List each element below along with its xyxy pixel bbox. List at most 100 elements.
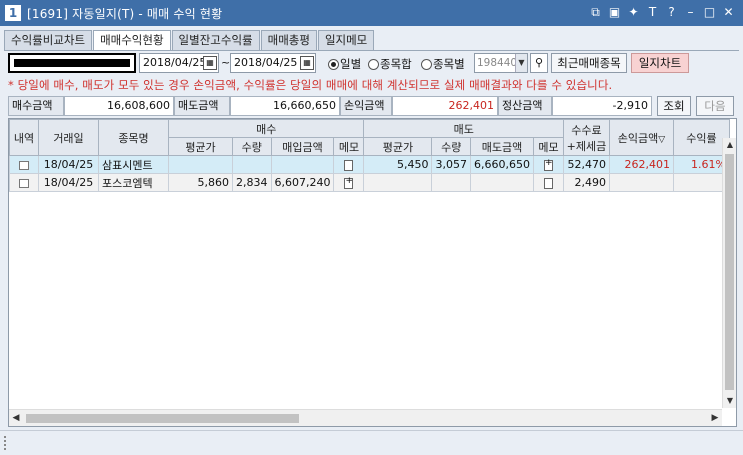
close-icon[interactable]: ✕	[720, 3, 737, 21]
stock-code-value: 198440	[477, 57, 518, 69]
radio-stock-sum-label: 종목합	[380, 57, 412, 71]
sell-avg-cell	[363, 173, 433, 192]
memo-icon[interactable]	[543, 177, 553, 189]
calendar-icon[interactable]: ▦	[300, 56, 314, 70]
vertical-scrollbar[interactable]: ▲ ▼	[722, 138, 736, 408]
memo-add-icon[interactable]	[344, 176, 354, 189]
buy-memo-cell[interactable]	[333, 155, 365, 174]
detail-icon[interactable]	[19, 178, 29, 188]
sell-avg-cell: 5,450	[363, 155, 433, 174]
radio-stock-sum[interactable]: 종목합	[368, 56, 412, 72]
pin-icon[interactable]: ✦	[625, 3, 642, 21]
table-row[interactable]: 18/04/25 포스코엠텍 5,860 2,834 6,607,240 2,4…	[9, 173, 730, 192]
date-range-tilde: ~	[221, 56, 231, 69]
sell-memo-cell[interactable]	[532, 155, 564, 174]
account-select[interactable]	[8, 53, 136, 73]
col-trade-date[interactable]: 거래일	[38, 119, 99, 156]
minimize-icon[interactable]: –	[682, 3, 699, 21]
detail-cell[interactable]	[9, 155, 39, 174]
col-pnl[interactable]: 손익금액▽	[608, 119, 674, 156]
query-toolbar: 2018/04/25 ▦ ~ 2018/04/25 ▦ 일별 종목합 종목별 1…	[6, 53, 737, 73]
col-buy-amount[interactable]: 매입금액	[270, 137, 335, 156]
sell-qty-cell: 3,057	[431, 155, 471, 174]
trade-date-cell: 18/04/25	[38, 173, 99, 192]
window-controls: ⧉ ▣ ✦ T ? – □ ✕	[587, 3, 737, 21]
next-button[interactable]: 다음	[696, 96, 734, 116]
font-size-icon[interactable]: T	[644, 3, 661, 21]
title-bar: 1 [1691] 자동일지(T) - 매매 수익 현황 ⧉ ▣ ✦ T ? – …	[0, 0, 743, 26]
tab-daily-balance-return[interactable]: 일별잔고수익률	[171, 30, 260, 50]
radio-daily-label: 일별	[340, 57, 362, 71]
calendar-icon[interactable]: ▦	[203, 56, 217, 70]
window-title: [1691] 자동일지(T) - 매매 수익 현황	[27, 6, 223, 21]
app-icon: 1	[5, 5, 21, 21]
sell-amount-cell: 6,660,650	[469, 155, 534, 174]
sort-icon[interactable]: ▽	[658, 135, 665, 145]
pnl-cell	[608, 173, 674, 192]
tab-bar: 수익률비교차트 매매수익현황 일별잔고수익률 매매총평 일지메모	[4, 30, 375, 51]
recent-trade-stocks-button[interactable]: 최근매매종목	[551, 53, 627, 73]
buy-avg-cell	[168, 155, 233, 174]
restore-pair-icon[interactable]: ⧉	[587, 3, 604, 21]
col-buy-memo[interactable]: 메모	[333, 137, 365, 156]
radio-by-stock-label: 종목별	[433, 57, 465, 71]
tab-trade-profit-status[interactable]: 매매수익현황	[93, 30, 171, 51]
chevron-down-icon[interactable]: ▼	[515, 54, 527, 72]
detail-cell[interactable]	[9, 173, 39, 192]
status-bar	[0, 430, 743, 455]
table-row[interactable]: 18/04/25 삼표시멘트 5,450 3,057 6,660,650 52,…	[9, 155, 730, 174]
summary-bar: 매수금액 16,608,600 매도금액 16,660,650 손익금액 262…	[6, 96, 737, 116]
col-sell-avg[interactable]: 평균가	[363, 137, 433, 156]
pnl-cell: 262,401	[608, 155, 674, 174]
col-fee-label: 수수료	[571, 123, 602, 137]
help-icon[interactable]: ?	[663, 3, 680, 21]
buy-amount-label: 매수금액	[8, 96, 64, 116]
date-to-field[interactable]: 2018/04/25 ▦	[230, 53, 316, 73]
tab-journal-memo[interactable]: 일지메모	[317, 30, 375, 50]
horizontal-scroll-thumb[interactable]	[26, 414, 299, 423]
fee-cell: 52,470	[562, 155, 610, 174]
col-stock-name[interactable]: 종목명	[98, 119, 169, 156]
memo-add-icon[interactable]	[543, 158, 553, 171]
sell-memo-cell[interactable]	[532, 173, 564, 192]
col-pnl-label: 손익금액	[617, 131, 659, 145]
detail-icon[interactable]	[19, 160, 29, 170]
date-from-field[interactable]: 2018/04/25 ▦	[139, 53, 219, 73]
radio-by-stock[interactable]: 종목별	[421, 56, 465, 72]
tab-return-compare-chart[interactable]: 수익률비교차트	[4, 30, 93, 50]
col-detail[interactable]: 내역	[9, 119, 39, 156]
col-sell-memo[interactable]: 메모	[532, 137, 564, 156]
radio-daily[interactable]: 일별	[328, 56, 361, 72]
col-sell-amount[interactable]: 매도금액	[469, 137, 534, 156]
buy-qty-cell	[232, 155, 272, 174]
col-sell-qty[interactable]: 수량	[431, 137, 471, 156]
buy-qty-cell: 2,834	[232, 173, 272, 192]
sell-amount-label: 매도금액	[174, 96, 230, 116]
buy-amount-value: 16,608,600	[64, 96, 174, 116]
query-button[interactable]: 조회	[657, 96, 691, 116]
journal-chart-button[interactable]: 일지차트	[631, 53, 689, 73]
settle-label: 정산금액	[498, 96, 552, 116]
account-redaction	[14, 59, 130, 67]
tile-icon[interactable]: ▣	[606, 3, 623, 21]
horizontal-scrollbar[interactable]: ◀ ▶	[9, 409, 722, 426]
search-button[interactable]: ⚲	[530, 53, 548, 73]
maximize-icon[interactable]: □	[701, 3, 718, 21]
scroll-left-icon[interactable]: ◀	[9, 410, 23, 426]
scroll-down-icon[interactable]: ▼	[723, 394, 736, 408]
date-to-value: 2018/04/25	[234, 56, 298, 69]
col-fee-tax-label: +제세금	[566, 139, 607, 153]
buy-memo-cell[interactable]	[333, 173, 365, 192]
col-buy-qty[interactable]: 수량	[232, 137, 272, 156]
col-group-sell: 매도	[363, 119, 564, 138]
scroll-right-icon[interactable]: ▶	[708, 410, 722, 426]
col-fee-tax[interactable]: 수수료 +제세금	[562, 119, 610, 156]
stock-code-combo[interactable]: 198440 ▼	[474, 53, 528, 73]
scroll-up-icon[interactable]: ▲	[723, 138, 736, 152]
tab-trade-review[interactable]: 매매총평	[260, 30, 317, 50]
vertical-scroll-thumb[interactable]	[725, 154, 734, 390]
col-buy-avg[interactable]: 평균가	[168, 137, 233, 156]
resize-grip-icon[interactable]	[4, 436, 8, 450]
memo-icon[interactable]	[344, 159, 354, 171]
stock-name-cell: 삼표시멘트	[98, 155, 169, 174]
